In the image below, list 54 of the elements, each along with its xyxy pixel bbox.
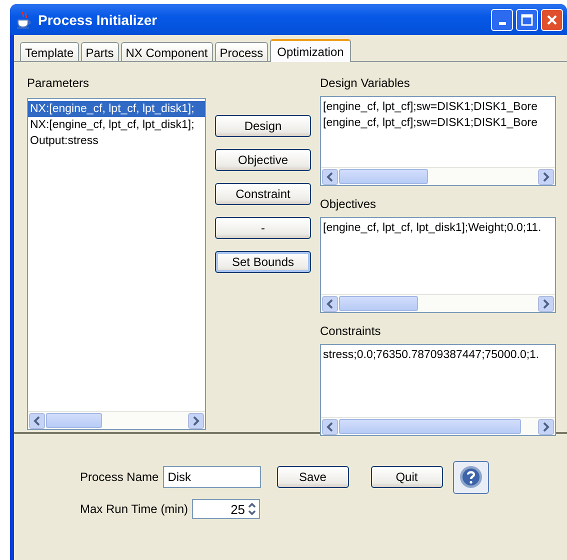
section-label: Design Variables [320,76,411,90]
help-button[interactable] [452,460,489,494]
help-icon [458,465,483,489]
tab[interactable]: NX Component [120,42,213,61]
list-item[interactable]: NX:[engine_cf, lpt_cf, lpt_disk1]; [28,101,205,117]
action-button[interactable]: Constraint [215,183,311,205]
horizontal-scrollbar[interactable] [28,411,205,429]
minimize-icon [498,22,506,25]
scrollbar-thumb[interactable] [46,413,102,428]
action-button[interactable]: Objective [215,149,311,171]
scroll-right-icon[interactable] [188,412,204,428]
list-item[interactable]: NX:[engine_cf, lpt_cf, lpt_disk1]; [28,117,194,133]
list-item[interactable]: stress;0.0;76350.78709387447;75000.0;1. [321,347,540,363]
action-button[interactable]: - [215,217,311,239]
maximize-button[interactable] [516,8,538,30]
scrollbar-thumb[interactable] [339,419,522,434]
tab[interactable]: Process [214,42,268,61]
scrollbar-thumb[interactable] [339,169,428,184]
maximize-icon [521,14,533,26]
tab[interactable]: Parts [80,42,119,61]
list-item[interactable]: [engine_cf, lpt_cf];sw=DISK1;DISK1_Bore [321,99,538,115]
action-button[interactable]: Design [215,115,311,137]
scroll-left-icon[interactable] [322,168,338,184]
section-label: Objectives [320,197,378,211]
quit-button[interactable]: Quit [370,466,443,488]
tab[interactable]: Template [20,42,79,61]
process-name-field[interactable]: Disk [162,466,261,488]
list-item[interactable]: Output:stress [28,133,98,149]
field-label: Max Run Time (min) [80,502,188,516]
minimize-button[interactable] [491,8,513,30]
coffee-cup-icon [16,10,32,28]
action-button[interactable]: Set Bounds [215,251,311,273]
field-label: Process Name [80,470,159,484]
horizontal-scrollbar[interactable] [321,294,555,312]
save-button[interactable]: Save [276,466,349,488]
section-label: Constraints [320,324,382,338]
scroll-left-icon[interactable] [322,418,338,434]
section-label: Parameters [27,76,90,92]
horizontal-scrollbar[interactable] [321,417,555,435]
window-title: Process Initializer [38,12,158,28]
spinner-arrows-icon[interactable] [247,501,258,517]
tab[interactable]: Optimization [270,39,351,62]
scrollbar-thumb[interactable] [339,296,418,311]
max-run-time-spinner[interactable]: 25 [192,499,260,519]
close-icon [546,14,558,26]
scroll-left-icon[interactable] [29,412,45,428]
close-button[interactable] [541,8,563,30]
list-item[interactable]: [engine_cf, lpt_cf, lpt_disk1];Weight;0.0;11. [321,220,542,236]
list-item[interactable]: [engine_cf, lpt_cf];sw=DISK1;DISK1_Bore [321,115,538,131]
scroll-right-icon[interactable] [538,168,554,184]
scroll-right-icon[interactable] [538,296,554,312]
scroll-left-icon[interactable] [322,296,338,312]
scroll-right-icon[interactable] [538,418,554,434]
horizontal-scrollbar[interactable] [321,167,555,185]
